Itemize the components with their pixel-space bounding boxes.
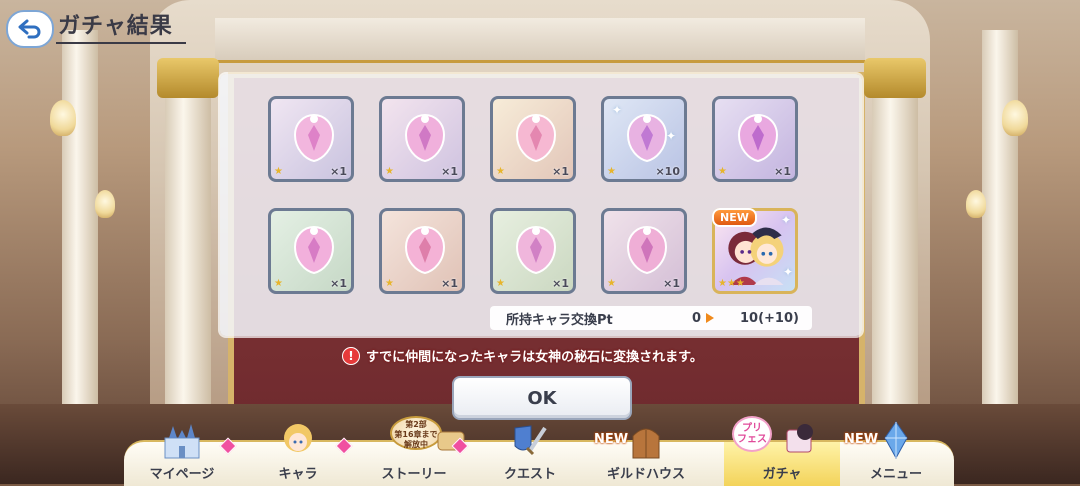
scroll-icon [437, 431, 465, 451]
result-card-memory-piece[interactable]: ✦ ✦ ★ ×10 [601, 96, 687, 182]
notification-diamond-icon [335, 437, 353, 455]
pillar-right [872, 60, 918, 440]
notice-text: すでに仲間になったキャラは女神の秘石に変換されます。 [366, 350, 703, 365]
prifes-badge-line: プリ [742, 423, 762, 434]
lamp-icon [966, 190, 986, 218]
nav-label: ガチャ [762, 467, 802, 482]
back-button[interactable] [6, 10, 54, 48]
back-arrow-icon [18, 19, 41, 39]
nav-item-menu[interactable]: NEW メニュー [838, 421, 954, 486]
door-icon [632, 428, 660, 459]
memory-piece-icon [515, 113, 557, 163]
lamp-icon [50, 100, 76, 136]
page-title: ガチャ結果 [58, 14, 173, 39]
sparkle-icon: ✦ [780, 213, 791, 227]
memory-piece-icon [404, 113, 446, 163]
memory-piece-icon [293, 113, 335, 163]
item-quantity: ×1 [552, 165, 569, 178]
hall-frieze [215, 18, 865, 63]
item-quantity: ×1 [663, 277, 680, 290]
sword-shield-icon [514, 425, 547, 456]
item-quantity: ×1 [441, 277, 458, 290]
item-quantity: ×10 [655, 165, 680, 178]
gacha-icon [786, 424, 814, 453]
item-quantity: ×1 [552, 277, 569, 290]
crystal-icon [884, 421, 908, 460]
nav-item-quest[interactable]: クエスト [472, 425, 588, 486]
nav-label: メニュー [869, 467, 922, 482]
star-rating: ★ [718, 166, 727, 177]
memory-piece-icon [626, 113, 668, 163]
nav-label: ストーリー [381, 467, 447, 482]
pillar-far-right [982, 30, 1018, 410]
lamp-icon [95, 190, 115, 218]
nav-item-mypage[interactable]: マイページ [124, 424, 240, 486]
pillar-cap-right [864, 58, 926, 98]
ok-button[interactable]: OK [452, 376, 632, 420]
memory-piece-icon [293, 225, 335, 275]
star-rating: ★ [496, 278, 505, 289]
nav-item-gacha[interactable]: プリ フェス ガチャ [724, 416, 840, 486]
item-quantity: ×1 [330, 165, 347, 178]
pillar-cap-left [157, 58, 219, 98]
prifes-badge-line: フェス [737, 434, 767, 445]
exchange-pt-before: 0 [692, 310, 702, 326]
castle-icon [164, 424, 200, 459]
memory-piece-icon [626, 225, 668, 275]
nav-label: マイページ [149, 467, 215, 482]
sparkle-icon: ✦ [612, 103, 623, 117]
gacha-result-panel: ★ ×1 ★ ×1 ★ ×1 ✦ ✦ ★ ×10 ★ ×1 ★ ×1 ★ ×1 … [220, 74, 862, 336]
exchange-pt-after: 10(+10) [740, 310, 799, 326]
nav-label: クエスト [503, 467, 556, 482]
result-card-memory-piece[interactable]: ★ ×1 [379, 96, 465, 182]
nav-item-guildhouse[interactable]: NEW ギルドハウス [588, 428, 704, 486]
nav-item-character[interactable]: キャラ [240, 424, 356, 486]
lamp-icon [1002, 100, 1028, 136]
result-card-memory-piece[interactable]: ★ ×1 [712, 96, 798, 182]
item-quantity: ×1 [330, 277, 347, 290]
result-card-memory-piece[interactable]: ★ ×1 [490, 208, 576, 294]
memory-piece-icon [515, 225, 557, 275]
notification-diamond-icon [219, 437, 237, 455]
star-rating: ★ [274, 278, 283, 289]
exchange-pt-label: 所持キャラ交換Pt [506, 312, 613, 328]
item-quantity: ×1 [441, 165, 458, 178]
result-grid: ★ ×1 ★ ×1 ★ ×1 ✦ ✦ ★ ×10 ★ ×1 ★ ×1 ★ ×1 … [268, 96, 798, 294]
pillar-far-left [62, 30, 98, 410]
sparkle-icon: ✦ [782, 265, 793, 279]
exchange-pt-bar: 所持キャラ交換Pt 0 10(+10) [490, 306, 812, 330]
arrow-right-icon [706, 313, 714, 323]
conversion-notice: ! すでに仲間になったキャラは女神の秘石に変換されます。 [342, 346, 703, 365]
nav-item-story[interactable]: 第2部 第16章まで 解放中 ストーリー [356, 416, 472, 486]
warning-icon: ! [342, 346, 360, 365]
star-rating: ★ [607, 166, 616, 177]
star-rating: ★ [385, 278, 394, 289]
result-card-memory-piece[interactable]: ★ ×1 [490, 96, 576, 182]
pillar-left [165, 60, 211, 440]
star-rating: ★ [496, 166, 505, 177]
character-icon [284, 424, 312, 452]
bottom-nav: マイページ キャラ 第2部 第16章まで 解放中 ストーリー クエスト NEW … [124, 416, 954, 486]
star-rating: ★ [274, 166, 283, 177]
character-portrait-icon [728, 227, 784, 285]
nav-label: キャラ [278, 467, 318, 482]
nav-label: ギルドハウス [606, 467, 685, 482]
result-card-memory-piece[interactable]: ★ ×1 [379, 208, 465, 294]
title-underline [56, 42, 186, 44]
item-quantity: ×1 [774, 165, 791, 178]
star-rating: ★ [385, 166, 394, 177]
sparkle-icon: ✦ [665, 129, 676, 143]
star-rating: ★★★ [718, 278, 745, 289]
new-badge: NEW [712, 208, 757, 227]
memory-piece-icon [737, 113, 779, 163]
star-rating: ★ [607, 278, 616, 289]
result-card-memory-piece[interactable]: ★ ×1 [268, 208, 354, 294]
prifes-badge: プリ フェス [732, 416, 772, 452]
memory-piece-icon [404, 225, 446, 275]
result-card-memory-piece[interactable]: ★ ×1 [268, 96, 354, 182]
result-card-memory-piece[interactable]: ★ ×1 [601, 208, 687, 294]
